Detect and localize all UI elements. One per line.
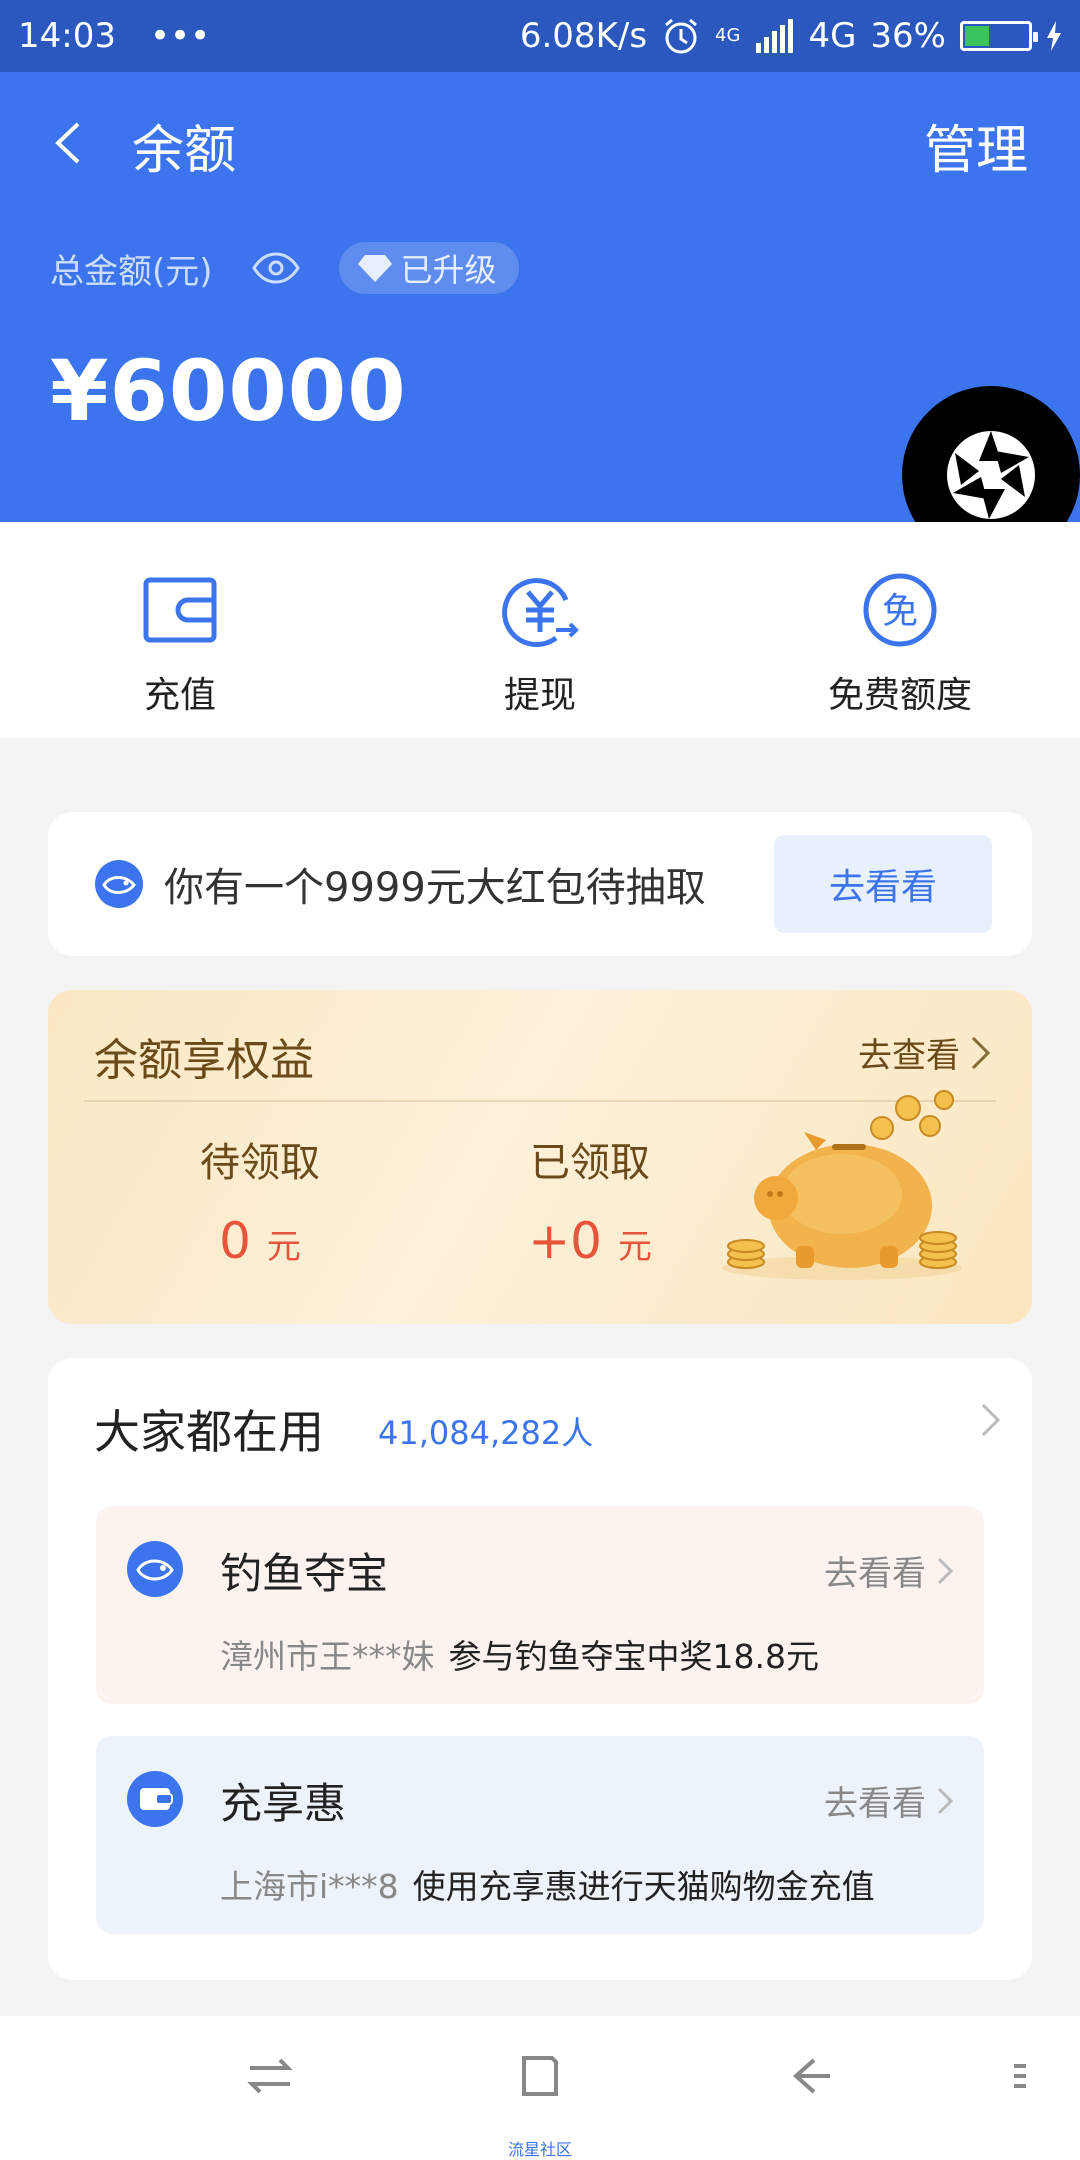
menu-icon[interactable]: [1010, 2052, 1030, 2100]
received-column: 已领取 +0 元: [480, 1130, 700, 1270]
withdraw-button[interactable]: 提现: [360, 522, 720, 738]
item-activity: 使用充享惠进行天猫购物金充值: [412, 1867, 875, 1906]
item-description: 上海市i***8 使用充享惠进行天猫购物金充值: [220, 1860, 875, 1908]
page-title: 余额: [132, 120, 237, 181]
item-go-link[interactable]: 去看看: [824, 1776, 954, 1825]
battery-icon: [960, 21, 1038, 51]
network-speed: 6.08K/s: [519, 16, 648, 56]
charging-icon: [1047, 21, 1061, 51]
balance-amount: ¥60000: [50, 342, 407, 440]
wallet-card-icon: [127, 1771, 183, 1827]
back-nav-icon[interactable]: [786, 2052, 834, 2100]
popular-services-card: 大家都在用 41,084,282人 钓鱼夺宝 去看看 漳州市王***妹 参与钓鱼夺…: [48, 1358, 1032, 1980]
list-item-recharge-benefit[interactable]: 充享惠 去看看 上海市i***8 使用充享惠进行天猫购物金充值: [96, 1736, 984, 1934]
received-label: 已领取: [530, 1140, 650, 1186]
list-item-fishing[interactable]: 钓鱼夺宝 去看看 漳州市王***妹 参与钓鱼夺宝中奖18.8元: [96, 1506, 984, 1704]
quick-actions: 充值 提现 免 免费额度: [0, 522, 1080, 738]
aperture-icon: [947, 431, 1035, 519]
chevron-right-icon: [937, 1557, 954, 1584]
go-see-button[interactable]: 去看看: [774, 835, 992, 933]
status-dots: •••: [149, 16, 211, 56]
total-amount-label: 总金额(元): [50, 251, 213, 292]
benefits-link-label: 去查看: [858, 1036, 960, 1076]
red-packet-banner[interactable]: 你有一个9999元大红包待抽取 去看看: [48, 812, 1032, 956]
item-user: 漳州市王***妹: [220, 1637, 435, 1676]
manage-button[interactable]: 管理: [924, 108, 1028, 183]
received-amount: +0: [528, 1212, 602, 1270]
diamond-icon: [357, 255, 392, 282]
popular-title: 大家都在用: [94, 1405, 324, 1459]
back-icon[interactable]: [46, 118, 96, 168]
chevron-right-icon: [971, 1036, 991, 1069]
action-label: 免费额度: [827, 675, 972, 716]
recharge-button[interactable]: 充值: [0, 522, 360, 738]
free-icon: 免: [863, 573, 937, 647]
free-quota-button[interactable]: 免 免费额度: [720, 522, 1080, 738]
received-value: +0 元: [480, 1212, 700, 1270]
alarm-icon: [665, 18, 697, 54]
home-icon[interactable]: [516, 2052, 564, 2100]
chevron-right-icon[interactable]: [980, 1402, 1002, 1438]
action-label: 充值: [143, 675, 216, 716]
network-label: 4G: [808, 16, 857, 56]
pending-amount: 0: [219, 1212, 251, 1270]
go-label: 去看看: [824, 1784, 926, 1824]
fish-logo-icon: [127, 1541, 183, 1597]
item-name: 充享惠: [220, 1779, 347, 1828]
upgraded-label: 已升级: [400, 251, 497, 289]
eye-icon[interactable]: [251, 252, 301, 284]
pending-unit: 元: [266, 1227, 301, 1267]
signal-icon: [756, 19, 794, 53]
pending-column: 待领取 0 元: [150, 1130, 370, 1270]
status-bar: 14:03 ••• 6.08K/s 4G 4G 36%: [0, 0, 1080, 72]
fish-logo-icon: [95, 860, 143, 908]
received-unit: 元: [617, 1227, 652, 1267]
pending-label: 待领取: [200, 1140, 320, 1186]
item-go-link[interactable]: 去看看: [824, 1546, 954, 1595]
popular-user-count: 41,084,282人: [378, 1414, 594, 1452]
pending-value: 0 元: [150, 1212, 370, 1270]
status-time: 14:03: [18, 16, 116, 56]
item-user: 上海市i***8: [220, 1867, 399, 1906]
yuan-transfer-icon: [502, 578, 579, 647]
upgraded-badge[interactable]: 已升级: [338, 242, 519, 294]
benefits-title: 余额享权益: [94, 1035, 314, 1086]
item-activity: 参与钓鱼夺宝中奖18.8元: [448, 1637, 819, 1676]
chevron-right-icon: [937, 1787, 954, 1814]
red-packet-text: 你有一个9999元大红包待抽取: [164, 865, 706, 911]
balance-benefits-card: 余额享权益 去查看 待领取 0 元 已领取 +0 元: [48, 990, 1032, 1324]
item-name: 钓鱼夺宝: [220, 1549, 389, 1598]
go-label: 去看看: [824, 1554, 926, 1594]
action-label: 提现: [503, 675, 576, 716]
network-small-label: 4G: [715, 25, 741, 46]
switch-apps-icon[interactable]: [246, 2052, 294, 2100]
battery-percent: 36%: [870, 16, 946, 56]
svg-text:免: 免: [882, 591, 918, 632]
piggy-bank-illustration: [722, 1090, 962, 1280]
item-description: 漳州市王***妹 参与钓鱼夺宝中奖18.8元: [220, 1630, 819, 1678]
wallet-icon: [143, 577, 217, 643]
watermark-text: 流星社区: [508, 2140, 573, 2159]
benefits-view-link[interactable]: 去查看: [858, 1028, 992, 1077]
